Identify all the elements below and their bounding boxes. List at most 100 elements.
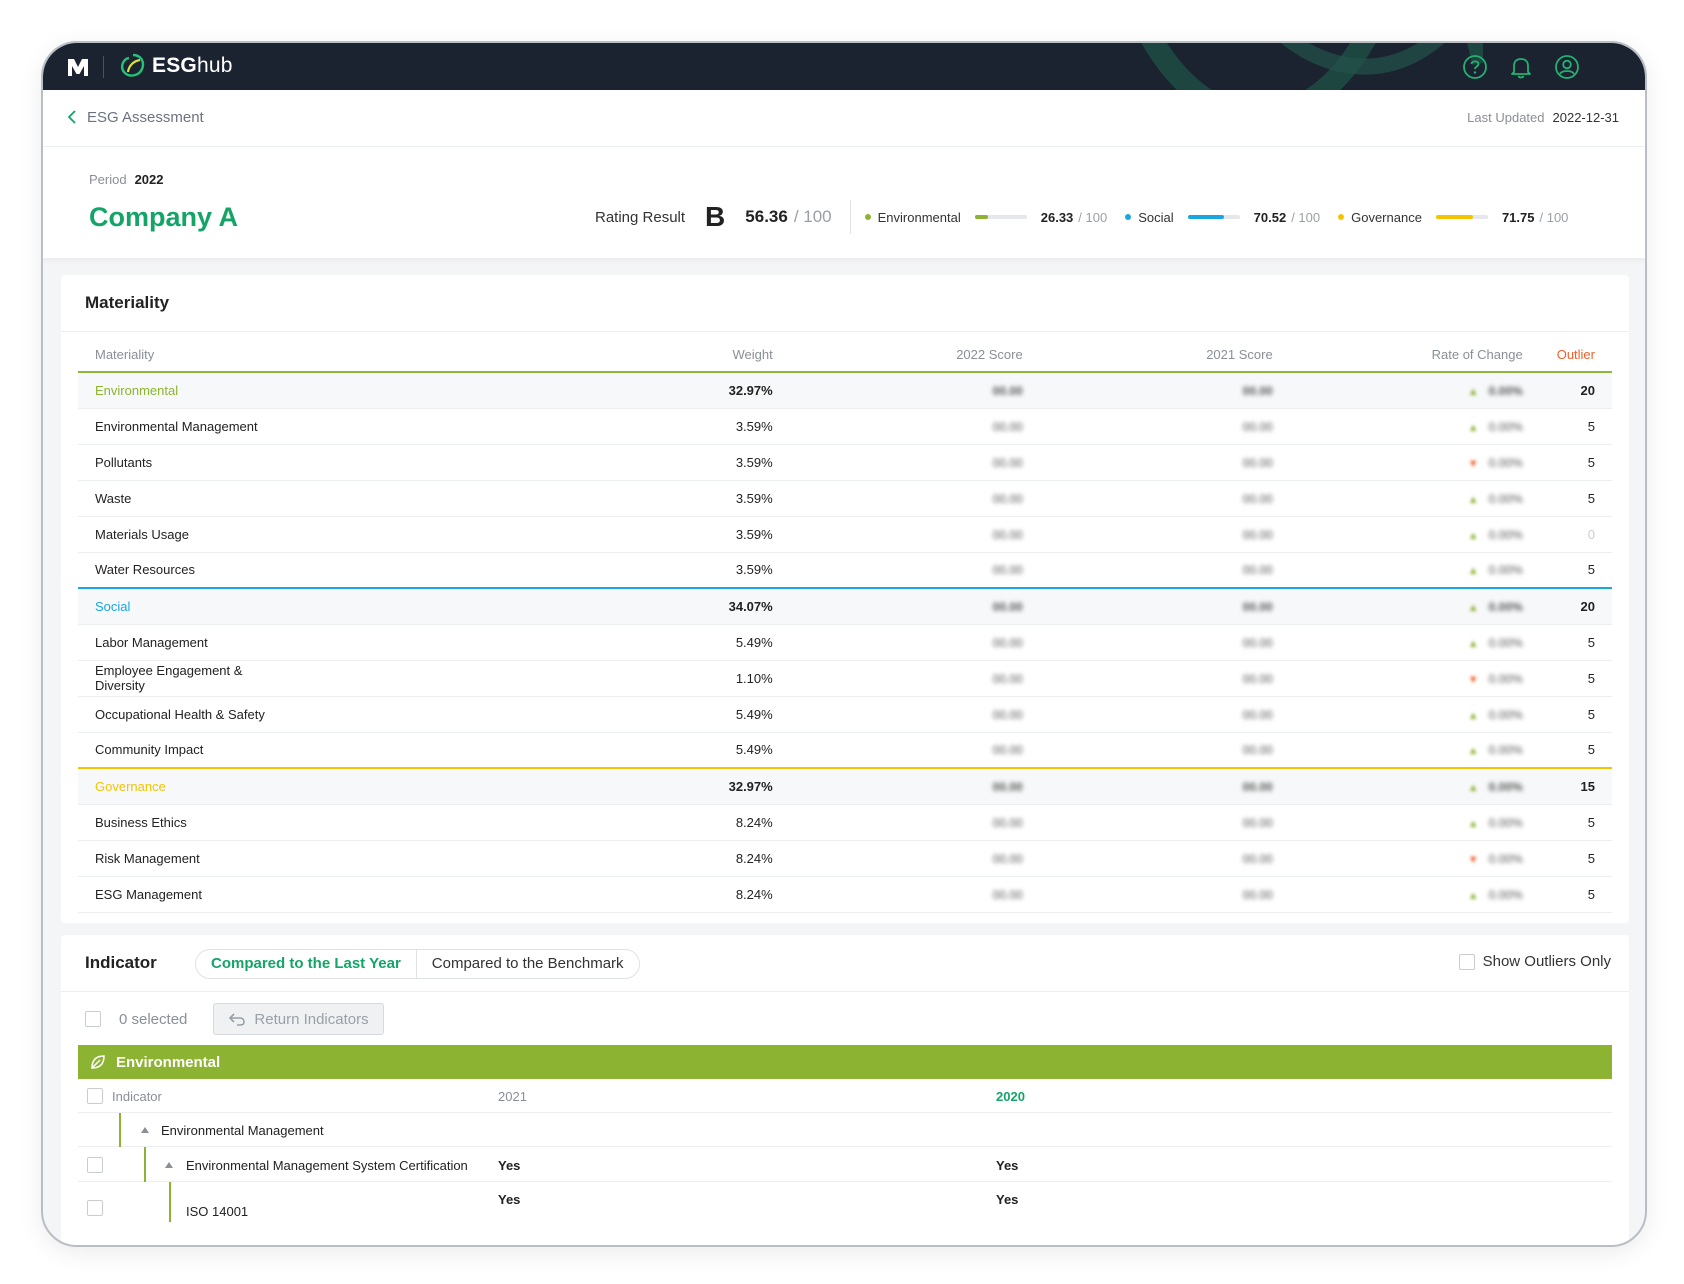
arrow-up-icon: ▲ — [1467, 709, 1479, 722]
materiality-row[interactable]: Labor Management 5.49% 00.00 00.00 ▲ 0.00% 5 — [78, 624, 1612, 661]
arrow-up-icon: ▲ — [1467, 637, 1479, 650]
materiality-table: Materiality Weight 2022 Score 2021 Score… — [78, 337, 1612, 913]
materiality-row[interactable]: Waste 3.59% 00.00 00.00 ▲ 0.00% 5 — [78, 480, 1612, 517]
score-2021-value: 00.00 — [1242, 563, 1273, 578]
arrow-up-icon: ▲ — [1467, 601, 1479, 614]
indicator-select-all-checkbox[interactable] — [87, 1088, 103, 1104]
indicator-sub-row[interactable]: ISO 14001 Yes Yes — [78, 1182, 1612, 1222]
outlier-cell: 5 — [1539, 876, 1612, 913]
materiality-name: Community Impact — [78, 732, 290, 769]
weight-cell: 8.24% — [289, 804, 790, 841]
value-2020: Yes — [996, 1158, 1019, 1173]
col-2021: 2021 — [498, 1089, 527, 1104]
materiality-row[interactable]: Pollutants 3.59% 00.00 00.00 ▼ 0.00% 5 — [78, 444, 1612, 481]
tab-compared-benchmark[interactable]: Compared to the Benchmark — [417, 950, 639, 978]
environmental-section-header[interactable]: Environmental — [78, 1045, 1612, 1079]
score-2021-cell: 00.00 — [1039, 480, 1290, 517]
col-2021-score[interactable]: 2021 Score — [1039, 337, 1290, 373]
rate-value: 0.00% — [1488, 527, 1523, 542]
materiality-name: Pollutants — [78, 444, 290, 481]
score-2021-cell: 00.00 — [1039, 552, 1290, 589]
score-2022-value: 00.00 — [992, 743, 1023, 758]
indicator-group-row[interactable]: Environmental Management — [78, 1113, 1612, 1147]
col-outlier[interactable]: Outlier — [1539, 337, 1612, 373]
score-2021-cell: 00.00 — [1039, 516, 1290, 553]
materiality-row[interactable]: Environmental Management 3.59% 00.00 00.00 ▲… — [78, 408, 1612, 445]
weight-cell: 1.10% — [289, 660, 790, 697]
chevron-left-icon[interactable] — [67, 110, 77, 124]
col-rate-of-change[interactable]: Rate of Change — [1289, 337, 1540, 373]
rate-of-change-cell: ▲ 0.00% — [1289, 480, 1540, 517]
score-2022-value: 00.00 — [992, 419, 1023, 434]
assessment-header: ESG Assessment Last Updated 2022-12-31 Pe… — [43, 90, 1645, 258]
row-checkbox[interactable] — [87, 1200, 103, 1216]
materiality-row[interactable]: Business Ethics 8.24% 00.00 00.00 ▲ 0.00% 5 — [78, 804, 1612, 841]
score-2021-value: 00.00 — [1242, 635, 1273, 650]
materiality-title: Materiality — [85, 293, 170, 312]
col-2022-score[interactable]: 2022 Score — [789, 337, 1040, 373]
bell-icon[interactable] — [1507, 53, 1535, 81]
pillar-progress-bar — [1187, 215, 1240, 219]
value-2021: Yes — [498, 1192, 521, 1207]
arrow-up-icon: ▲ — [1467, 781, 1479, 794]
score-2021-cell: 00.00 — [1039, 732, 1290, 769]
score-2022-value: 00.00 — [992, 815, 1023, 830]
materiality-row[interactable]: Community Impact 5.49% 00.00 00.00 ▲ 0.00% 5 — [78, 732, 1612, 769]
user-profile-icon[interactable] — [1553, 53, 1581, 81]
materiality-group-row[interactable]: Social 34.07% 00.00 00.00 ▲ 0.00% 20 — [78, 588, 1612, 625]
materiality-row[interactable]: Risk Management 8.24% 00.00 00.00 ▼ 0.00% 5 — [78, 840, 1612, 877]
arrow-up-icon: ▲ — [1467, 385, 1479, 398]
col-materiality[interactable]: Materiality — [78, 337, 290, 373]
rating-summary: Rating Result B 56.36 / 100 Environmenta… — [595, 200, 1586, 234]
rating-label: Rating Result — [595, 208, 686, 226]
m-logo-icon[interactable] — [65, 54, 91, 80]
outlier-cell: 5 — [1539, 696, 1612, 733]
materiality-group-row[interactable]: Environmental 32.97% 00.00 00.00 ▲ 0.00% 20 — [78, 372, 1612, 409]
rate-of-change-cell: ▲ 0.00% — [1289, 876, 1540, 913]
show-outliers-checkbox[interactable] — [1458, 953, 1475, 970]
arrow-up-icon: ▲ — [1467, 565, 1479, 578]
select-all-checkbox[interactable] — [85, 1011, 101, 1027]
materiality-name: Governance — [78, 768, 290, 805]
score-2022-value: 00.00 — [992, 455, 1023, 470]
score-2021-cell: 00.00 — [1039, 804, 1290, 841]
materiality-row[interactable]: Occupational Health & Safety 5.49% 00.00 00… — [78, 696, 1612, 733]
rate-value: 0.00% — [1488, 419, 1523, 434]
caret-up-icon[interactable] — [164, 1161, 174, 1169]
row-checkbox[interactable] — [87, 1157, 103, 1173]
materiality-row[interactable]: Materials Usage 3.59% 00.00 00.00 ▲ 0.00% 0 — [78, 516, 1612, 553]
tab-compared-last-year[interactable]: Compared to the Last Year — [196, 950, 417, 978]
indicator-row[interactable]: Environmental Management System Certific… — [78, 1147, 1612, 1182]
score-2022-cell: 00.00 — [789, 768, 1040, 805]
col-weight[interactable]: Weight — [289, 337, 790, 373]
caret-up-icon[interactable] — [140, 1126, 150, 1134]
score-2022-cell: 00.00 — [789, 480, 1040, 517]
return-indicators-button[interactable]: Return Indicators — [213, 1003, 384, 1035]
weight-cell: 8.24% — [289, 876, 790, 913]
rate-value: 0.00% — [1488, 635, 1523, 650]
help-icon[interactable] — [1461, 53, 1489, 81]
rate-value: 0.00% — [1488, 599, 1523, 614]
materiality-group-row[interactable]: Governance 32.97% 00.00 00.00 ▲ 0.00% 15 — [78, 768, 1612, 805]
score-2021-cell: 00.00 — [1039, 372, 1290, 409]
materiality-row[interactable]: Water Resources 3.59% 00.00 00.00 ▲ 0.00% 5 — [78, 552, 1612, 589]
pillar-governance: Governance 71.75 / 100 — [1338, 210, 1568, 225]
pillar-environmental: Environmental 26.33 / 100 — [864, 210, 1107, 225]
outlier-cell: 5 — [1539, 624, 1612, 661]
materiality-row[interactable]: ESG Management 8.24% 00.00 00.00 ▲ 0.00% 5 — [78, 876, 1612, 913]
materiality-row[interactable]: Employee Engagement & Diversity 1.10% 00.0… — [78, 660, 1612, 697]
score-2022-cell: 00.00 — [789, 732, 1040, 769]
rate-value: 0.00% — [1488, 815, 1523, 830]
outlier-cell: 20 — [1539, 372, 1612, 409]
group-name: Environmental Management — [161, 1123, 324, 1138]
breadcrumb-label[interactable]: ESG Assessment — [87, 109, 204, 126]
materiality-name: Water Resources — [78, 552, 290, 589]
arrow-up-icon: ▲ — [1467, 529, 1479, 542]
outlier-cell: 0 — [1539, 516, 1612, 553]
weight-cell: 5.49% — [289, 624, 790, 661]
tree-line — [169, 1182, 171, 1222]
show-outliers-toggle[interactable]: Show Outliers Only — [1458, 953, 1611, 970]
brand-name[interactable]: ESGhub — [152, 54, 233, 78]
back-breadcrumb[interactable]: ESG Assessment — [67, 106, 204, 128]
card-divider — [61, 991, 1629, 992]
